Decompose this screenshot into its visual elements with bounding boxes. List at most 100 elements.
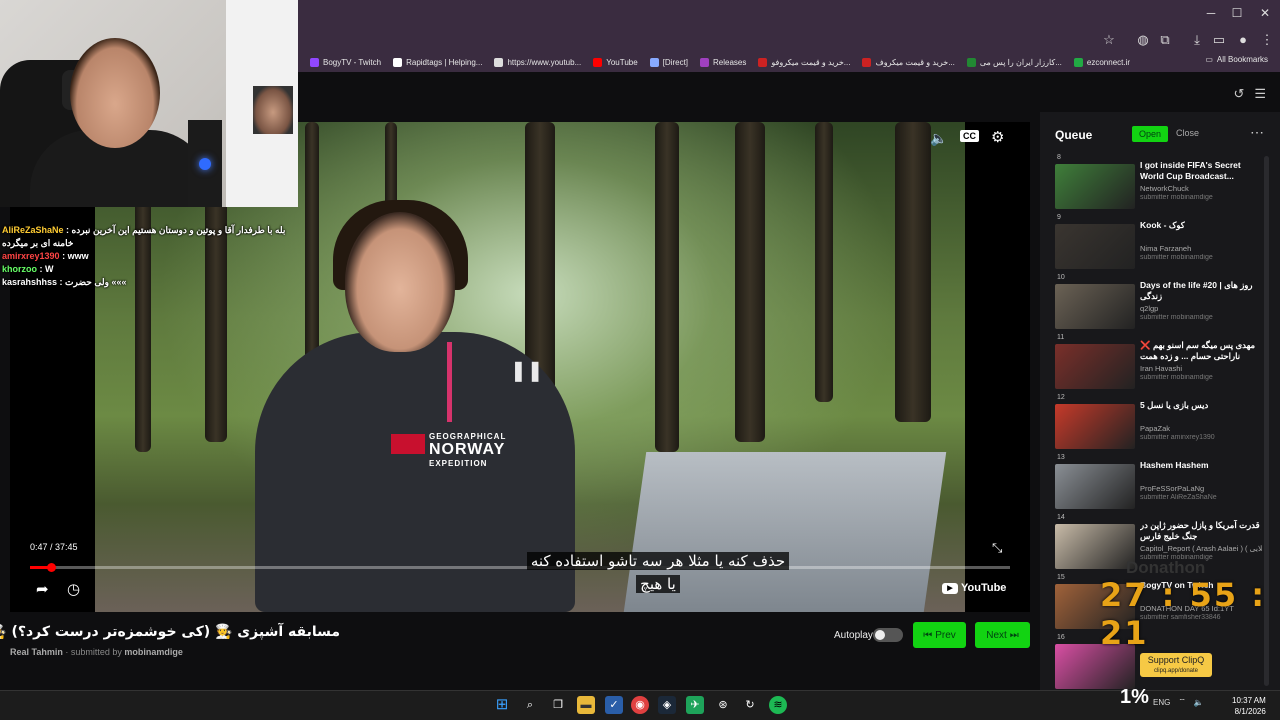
queue-thumbnail[interactable]: [1055, 224, 1135, 269]
close-window-icon[interactable]: ✕: [1250, 4, 1280, 22]
search-icon[interactable]: ⌕: [521, 696, 539, 714]
language-indicator[interactable]: ENG: [1153, 698, 1170, 707]
obs-icon[interactable]: ⊛: [714, 696, 732, 714]
chat-text: ولی حضرت «««: [65, 277, 127, 287]
volume-tray-icon[interactable]: 🔈: [1194, 698, 1204, 707]
sidepanel-icon[interactable]: ▭: [1210, 31, 1228, 49]
share-icon[interactable]: ➦: [36, 580, 49, 598]
wifi-icon[interactable]: ⌔: [1178, 697, 1186, 707]
puzzle-icon[interactable]: ⧉: [1156, 31, 1174, 49]
steam-icon[interactable]: ◈: [658, 696, 676, 714]
subtitle-line-1: حذف کنه یا مثلا هر سه تاشو استفاده کنه: [526, 552, 790, 570]
person-head: [345, 212, 455, 352]
app-icon[interactable]: ✈: [686, 696, 704, 714]
more-icon[interactable]: ⋯: [1250, 124, 1264, 141]
bookmark-item[interactable]: [Direct]: [649, 57, 689, 67]
queue-thumbnail[interactable]: [1055, 164, 1135, 209]
queue-item[interactable]: 12 دیس بازی یا نسل 5 PapaZak submitter amin…: [1052, 394, 1262, 456]
chat-username: kasrahshhss: [2, 277, 58, 287]
menu-icon[interactable]: ⋮: [1258, 31, 1276, 49]
queue-item-title: دیس بازی یا نسل 5: [1140, 400, 1209, 410]
youtube-logo[interactable]: ▶ YouTube: [942, 582, 1006, 594]
next-button[interactable]: Next ⏭: [975, 622, 1030, 648]
download-icon[interactable]: ⤓: [1188, 31, 1206, 49]
video-meta: Real Tahmin · submitted by mobinamdige: [10, 647, 183, 657]
queue-item-channel: ProFeSSorPaLaNg: [1140, 484, 1205, 493]
volume-icon[interactable]: 🔈: [930, 130, 947, 147]
watch-later-icon[interactable]: ◷: [67, 580, 80, 598]
jacket-zipper: [447, 342, 452, 422]
subtitle-line-2: یا هیچ: [636, 575, 680, 593]
clipq-url: clipq.app/donate: [1153, 668, 1199, 674]
queue-number: 14: [1057, 514, 1065, 521]
donathon-countdown: 27 : 55 : 21: [1100, 576, 1267, 652]
system-tray: ENG ⌔ 🔈: [1113, 697, 1204, 707]
autoplay-toggle[interactable]: [873, 628, 903, 642]
bookmark-item[interactable]: خرید و قیمت میکروفو...: [758, 57, 850, 67]
bookmark-label: Releases: [713, 57, 747, 67]
bookmark-item[interactable]: Rapidtags | Helping...: [393, 57, 483, 67]
taskbar-clock[interactable]: 10:37 AM 8/1/2026: [1232, 695, 1266, 717]
queue-thumbnail[interactable]: [1055, 524, 1135, 569]
star-icon[interactable]: ☆: [1100, 31, 1118, 49]
windows-start-icon[interactable]: ⊞: [493, 696, 511, 714]
queue-thumbnail[interactable]: [1055, 344, 1135, 389]
bookmark-item[interactable]: کارزار ایران را پس می...: [966, 57, 1062, 67]
history-icon[interactable]: ↺: [1233, 86, 1244, 102]
queue-thumbnail[interactable]: [1055, 464, 1135, 509]
captions-icon[interactable]: CC: [960, 130, 979, 142]
avatar[interactable]: ●: [1234, 31, 1252, 49]
queue-open-button[interactable]: Open: [1132, 126, 1168, 142]
all-bookmarks[interactable]: ▭ All Bookmarks: [1205, 55, 1268, 64]
pause-icon[interactable]: ❚❚: [510, 358, 544, 382]
queue-item[interactable]: 9 Kook - کوک Nima Farzaneh submitter mobina…: [1052, 214, 1262, 276]
bookmark-item[interactable]: BogyTV - Twitch: [310, 57, 381, 67]
queue-item[interactable]: 13 Hashem Hashem ProFeSSorPaLaNg submitter …: [1052, 454, 1262, 516]
bookmark-label: Rapidtags | Helping...: [406, 57, 483, 67]
channel-name[interactable]: Real Tahmin: [10, 647, 63, 657]
bookmark-item[interactable]: ezconnect.ir: [1073, 57, 1131, 67]
queue-item[interactable]: 10 Days of the life #20 | روز های زندگی q2…: [1052, 274, 1262, 336]
clipq-title: Support ClipQ: [1147, 655, 1205, 665]
queue-item[interactable]: 8 I got inside FIFA's Secret World Cup Br…: [1052, 154, 1262, 216]
bookmark-label: ezconnect.ir: [1086, 57, 1131, 67]
clipq-badge: Support ClipQ clipq.app/donate: [1140, 653, 1212, 677]
fullscreen-icon[interactable]: ⤡: [992, 540, 1002, 556]
extension-icon[interactable]: ◍: [1134, 31, 1152, 49]
progress-knob[interactable]: [46, 563, 56, 572]
submitted-by-label: submitted by: [70, 647, 122, 657]
donation-label: Donathon: [1126, 558, 1206, 577]
submitter-name[interactable]: mobinamdige: [124, 647, 183, 657]
folder-icon: ▭: [1205, 55, 1213, 64]
maximize-icon[interactable]: ☐: [1222, 4, 1252, 22]
queue-thumbnail[interactable]: [1055, 404, 1135, 449]
bookmark-item[interactable]: Releases: [700, 57, 747, 67]
prev-button[interactable]: ⏮ Prev: [913, 622, 966, 648]
chat-overlay: AliReZaShaNe : بله با طرفدار آقا و پوتین…: [2, 224, 302, 289]
youtube-play-icon: ▶: [942, 582, 958, 594]
chat-message: amirxrey1390 : www: [2, 251, 89, 261]
vscode-icon[interactable]: ✓: [605, 696, 623, 714]
chat-text: W: [45, 264, 54, 274]
gear-icon[interactable]: ⚙: [991, 128, 1004, 146]
queue-item-title: قدرت آمریکا و پازل حضور ژاپن در جنگ خلیج…: [1140, 520, 1260, 541]
queue-close-button[interactable]: Close: [1176, 128, 1199, 138]
bookmark-item[interactable]: https://www.youtub...: [494, 57, 582, 67]
bookmark-label: [Direct]: [662, 57, 689, 67]
clock-time: 10:37 AM: [1232, 696, 1266, 705]
spotify-icon[interactable]: ≋: [769, 696, 787, 714]
queue-thumbnail[interactable]: [1055, 284, 1135, 329]
bookmark-item[interactable]: YouTube: [593, 57, 638, 67]
app-arrow-icon[interactable]: ↻: [741, 696, 759, 714]
bookmark-label: https://www.youtub...: [507, 57, 582, 67]
queue-item-submitter: submitter AliReZaShaNe: [1140, 494, 1217, 501]
queue-number: 8: [1057, 154, 1061, 161]
file-explorer-icon[interactable]: ▬: [577, 696, 595, 714]
task-view-icon[interactable]: ❐: [549, 696, 567, 714]
favicon-icon: [1073, 57, 1083, 67]
queue-item-title: Hashem Hashem: [1140, 460, 1209, 470]
queue-item[interactable]: 11 مهدی پس میگه سم اسنو بهم ❌ ناراحتی حسا…: [1052, 334, 1262, 396]
settings-sliders-icon[interactable]: ☰: [1254, 86, 1266, 102]
chrome-icon[interactable]: ◉: [631, 696, 649, 714]
bookmark-item[interactable]: خرید و قیمت میکروف...: [862, 57, 955, 67]
